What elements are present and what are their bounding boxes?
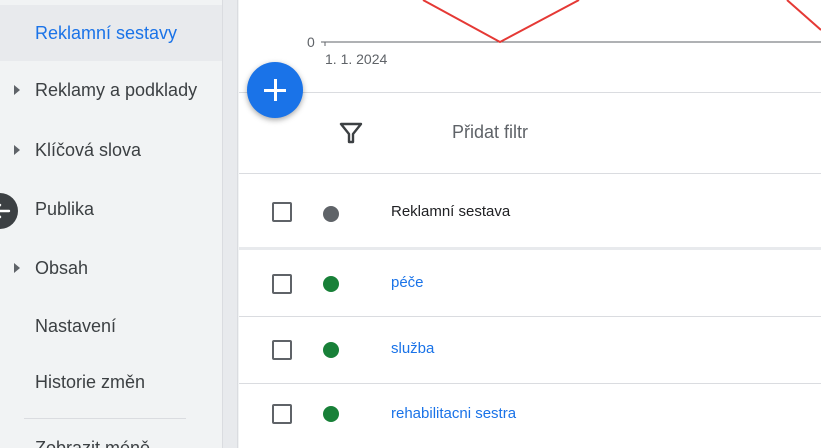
sidebar-item-content[interactable]: Obsah [0,240,222,296]
row-checkbox[interactable] [272,274,292,294]
add-filter-button[interactable]: Přidat filtr [452,122,528,143]
row-checkbox[interactable] [272,340,292,360]
row-checkbox[interactable] [272,404,292,424]
sidebar-divider [24,418,186,419]
sidebar-item-label: Reklamní sestavy [35,22,178,43]
sidebar-item-label: Historie změn [35,371,146,392]
sidebar-item-keywords[interactable]: Klíčová slova [0,122,222,178]
status-dot-icon [323,406,339,422]
ad-group-link[interactable]: služba [391,340,434,357]
filter-icon[interactable] [339,121,363,150]
select-all-checkbox[interactable] [272,202,292,222]
ad-group-link[interactable]: péče [391,274,424,291]
table-row: péče [239,250,821,317]
chart-y-tick-label: 0 [307,34,315,50]
table-header-row: Reklamní sestava [239,174,821,250]
chart-series-line-right [786,0,821,31]
caret-right-icon [14,263,20,273]
table-row: rehabilitacni sestra [239,384,821,448]
sidebar-item-label: Publika [35,198,95,219]
sidebar-item-settings[interactable]: Nastavení [0,298,222,354]
ad-group-link[interactable]: rehabilitacni sestra [391,405,516,422]
sidebar-item-label: Nastavení [35,315,117,336]
add-button[interactable] [247,62,303,118]
sidebar-item-change-history[interactable]: Historie změn [0,354,222,410]
sidebar-item-ad-groups[interactable]: Reklamní sestavy [0,5,222,61]
main-content: 0 1. 1. 2024 Přidat filtr Reklamní sesta… [239,0,821,448]
sidebar-item-ads-assets[interactable]: Reklamy a podklady [0,62,222,118]
chart-x-tick-label: 1. 1. 2024 [325,51,388,67]
sidebar-item-audiences[interactable]: Publika [0,181,222,237]
table-row: služba [239,317,821,384]
caret-right-icon [14,145,20,155]
status-dot-icon[interactable] [323,206,339,222]
sidebar-item-label: Reklamy a podklady [35,79,198,100]
sidebar-show-less[interactable]: Zobrazit méně [35,438,150,448]
sidebar-resize-strip [222,0,238,448]
filter-bar[interactable]: Přidat filtr [239,92,821,174]
caret-right-icon [14,85,20,95]
column-header-ad-group[interactable]: Reklamní sestava [391,203,510,220]
chart-series-line [422,0,580,44]
status-dot-icon [323,342,339,358]
status-dot-icon [323,276,339,292]
sidebar-nav: Reklamní sestavy Reklamy a podklady Klíč… [0,0,222,448]
sidebar-item-label: Obsah [35,257,89,278]
performance-chart: 0 1. 1. 2024 [239,0,821,92]
sidebar-item-label: Klíčová slova [35,139,142,160]
